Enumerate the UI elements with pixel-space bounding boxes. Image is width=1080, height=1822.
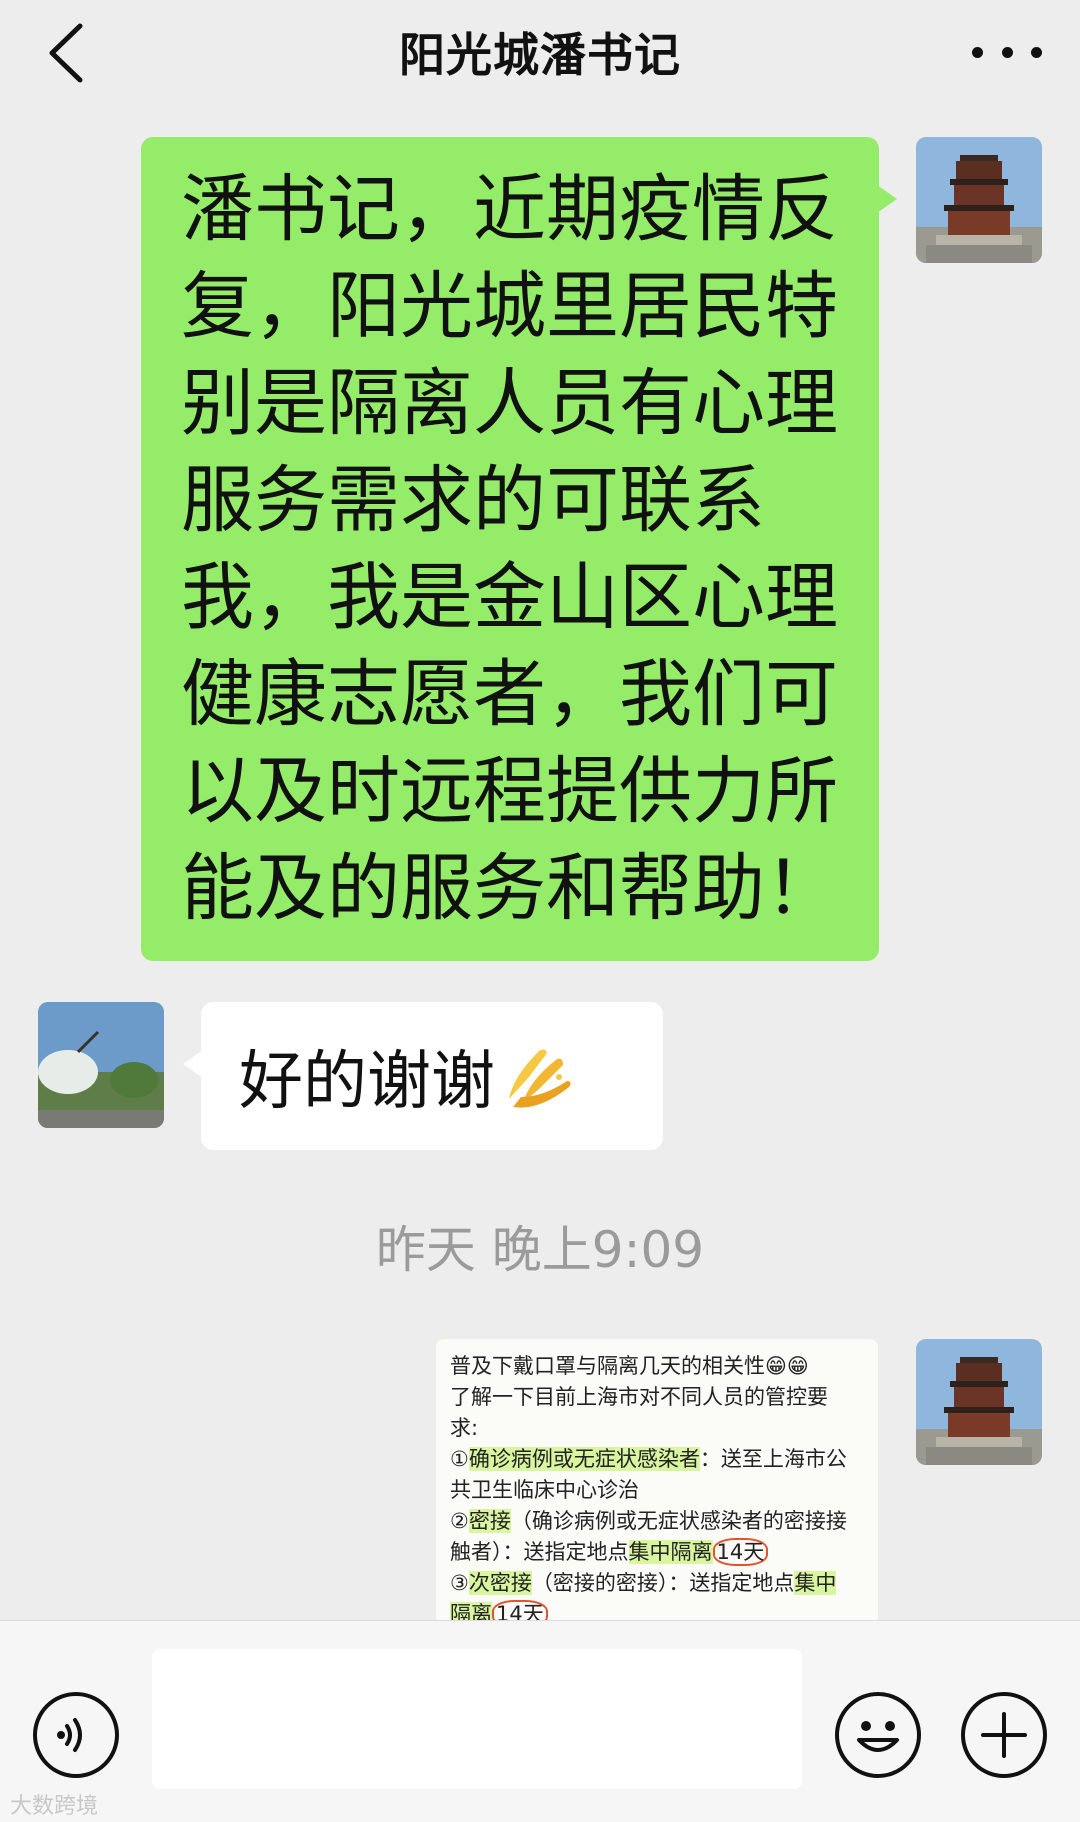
image-text-line: 触者）：送指定地点集中隔离 14天 xyxy=(450,1537,864,1568)
chat-title: 阳光城潘书记 xyxy=(399,28,681,82)
image-text-line: ②密接（确诊病例或无症状感染者的密接接 xyxy=(450,1509,847,1533)
input-bar xyxy=(0,1620,1080,1822)
chevron-left-icon[interactable] xyxy=(38,18,98,88)
more-dots-icon[interactable] xyxy=(972,28,1042,76)
plus-icon[interactable] xyxy=(961,1692,1047,1778)
voice-icon[interactable] xyxy=(33,1692,119,1778)
contact-avatar[interactable] xyxy=(38,1002,164,1128)
clapping-hands-icon xyxy=(509,1049,571,1108)
watermark: 大数跨境 xyxy=(10,1794,99,1819)
image-message[interactable]: 普及下戴口罩与隔离几天的相关性😁😁 了解一下目前上海市对不同人员的管控要 求: … xyxy=(436,1339,878,1624)
message-input[interactable] xyxy=(152,1649,802,1789)
timestamp: 昨天 晚上9:09 xyxy=(375,1221,705,1279)
my-avatar[interactable] xyxy=(916,1339,1042,1465)
incoming-message-text: 好的谢谢 xyxy=(239,1045,495,1119)
my-avatar[interactable] xyxy=(916,137,1042,263)
image-text-line: 共卫生临床中心诊治 xyxy=(450,1478,639,1502)
image-text-line: ①确诊病例或无症状感染者：送至上海市公 xyxy=(450,1447,847,1471)
image-text-line: 普及下戴口罩与隔离几天的相关性😁😁 xyxy=(450,1354,809,1378)
incoming-message-bubble[interactable]: 好的谢谢 xyxy=(183,1002,663,1150)
chat-header: 阳光城潘书记 xyxy=(0,0,1080,104)
image-text-line: 了解一下目前上海市对不同人员的管控要 xyxy=(450,1385,828,1409)
emoji-icon[interactable] xyxy=(835,1692,921,1778)
outgoing-message-bubble[interactable]: 潘书记，近期疫情反复，阳光城里居民特别是隔离人员有心理服务需求的可联系我，我是金… xyxy=(141,137,897,961)
image-text-line: ③次密接（密接的密接）：送指定地点集中 xyxy=(450,1571,837,1595)
image-text-line: 求: xyxy=(450,1416,479,1440)
outgoing-message-text: 潘书记，近期疫情反复，阳光城里居民特别是隔离人员有心理服务需求的可联系我，我是金… xyxy=(181,167,838,931)
